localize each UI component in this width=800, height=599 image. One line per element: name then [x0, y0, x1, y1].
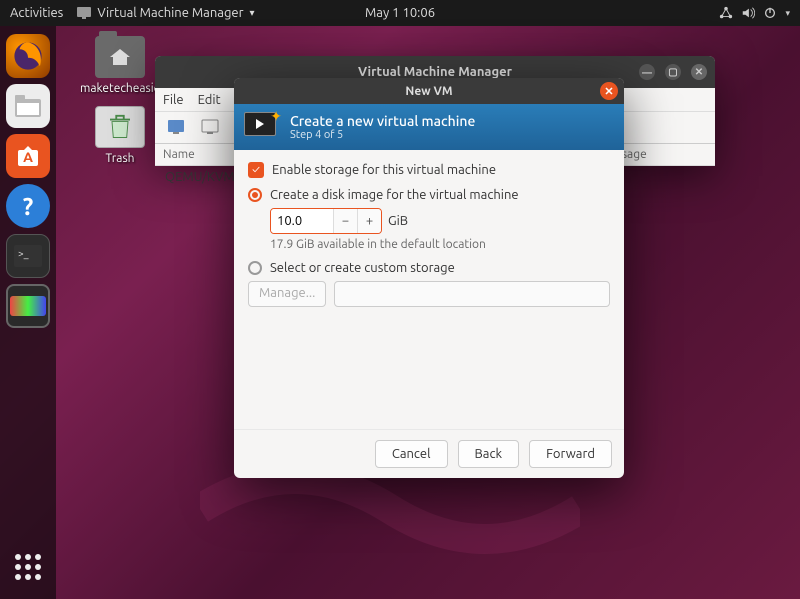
- new-vm-button[interactable]: [163, 116, 191, 140]
- menu-file[interactable]: File: [163, 93, 184, 107]
- chevron-down-icon: ▾: [785, 8, 790, 19]
- dialog-titlebar[interactable]: New VM ✕: [234, 78, 624, 104]
- disk-size-input[interactable]: [271, 209, 333, 233]
- app-menu-label: Virtual Machine Manager: [97, 6, 243, 20]
- svg-text:>_: >_: [18, 248, 29, 259]
- open-vm-button[interactable]: [197, 116, 225, 140]
- new-vm-dialog: New VM ✕ ✦ Create a new virtual machine …: [234, 78, 624, 478]
- dialog-footer: Cancel Back Forward: [234, 429, 624, 478]
- create-disk-label: Create a disk image for the virtual mach…: [270, 188, 519, 202]
- dialog-header-title: Create a new virtual machine: [290, 113, 475, 129]
- disk-size-spinner[interactable]: − +: [270, 208, 382, 234]
- terminal-icon: >_: [14, 245, 42, 267]
- dialog-step: Step 4 of 5: [290, 129, 475, 141]
- dialog-title: New VM: [405, 85, 452, 98]
- maximize-button[interactable]: ▢: [665, 64, 681, 80]
- desktop-trash[interactable]: Trash: [80, 106, 160, 165]
- dock-software[interactable]: A: [6, 134, 50, 178]
- custom-storage-row[interactable]: Select or create custom storage: [248, 261, 610, 275]
- dock-terminal[interactable]: >_: [6, 234, 50, 278]
- svg-text:A: A: [23, 149, 33, 165]
- col-usage[interactable]: usage: [615, 144, 715, 165]
- dock-firefox[interactable]: [6, 34, 50, 78]
- home-icon: [110, 49, 130, 65]
- custom-storage-label: Select or create custom storage: [270, 261, 455, 275]
- enable-storage-row[interactable]: ✓ Enable storage for this virtual machin…: [248, 162, 610, 178]
- storage-path-input: [334, 281, 610, 307]
- files-icon: [13, 93, 43, 119]
- dock-help[interactable]: ?: [6, 184, 50, 228]
- size-unit-label: GiB: [388, 214, 408, 228]
- volume-icon: [741, 6, 755, 20]
- back-button[interactable]: Back: [458, 440, 520, 468]
- spinner-minus-button[interactable]: −: [333, 209, 357, 233]
- dock-show-apps[interactable]: [6, 545, 50, 589]
- forward-button[interactable]: Forward: [529, 440, 612, 468]
- menu-edit[interactable]: Edit: [198, 93, 221, 107]
- dock-vmm[interactable]: [6, 284, 50, 328]
- disk-size-row: − + GiB: [270, 208, 610, 234]
- apps-grid-icon: [15, 554, 41, 580]
- cancel-button[interactable]: Cancel: [375, 440, 448, 468]
- desktop-trash-label: Trash: [80, 152, 160, 165]
- desktop-folder[interactable]: maketecheasier: [80, 36, 160, 95]
- system-menu[interactable]: ▾: [719, 6, 790, 20]
- checkbox-checked-icon[interactable]: ✓: [248, 162, 264, 178]
- radio-checked-icon[interactable]: [248, 188, 262, 202]
- vmm-icon: [10, 296, 46, 316]
- minimize-button[interactable]: —: [639, 64, 655, 80]
- dialog-close-button[interactable]: ✕: [600, 82, 618, 100]
- trash-icon: [95, 106, 145, 148]
- close-button[interactable]: ✕: [691, 64, 707, 80]
- help-icon: ?: [23, 193, 34, 220]
- enable-storage-label: Enable storage for this virtual machine: [272, 163, 496, 177]
- new-vm-icon: ✦: [244, 112, 280, 142]
- vmm-title: Virtual Machine Manager: [358, 65, 512, 79]
- chevron-down-icon: ▾: [250, 7, 255, 19]
- network-icon: [719, 6, 733, 20]
- spinner-plus-button[interactable]: +: [357, 209, 381, 233]
- radio-unchecked-icon[interactable]: [248, 261, 262, 275]
- power-icon: [763, 6, 777, 20]
- clock[interactable]: May 1 10:06: [365, 6, 435, 20]
- available-space-hint: 17.9 GiB available in the default locati…: [270, 238, 610, 251]
- firefox-icon: [11, 39, 45, 73]
- app-menu[interactable]: Virtual Machine Manager ▾: [77, 6, 254, 20]
- create-disk-row[interactable]: Create a disk image for the virtual mach…: [248, 188, 610, 202]
- manage-storage-button: Manage...: [248, 281, 326, 307]
- dock-files[interactable]: [6, 84, 50, 128]
- activities-button[interactable]: Activities: [10, 6, 63, 20]
- dock: A ? >_: [0, 26, 56, 599]
- dialog-body: ✓ Enable storage for this virtual machin…: [234, 150, 624, 429]
- software-icon: A: [14, 142, 42, 170]
- vmm-small-icon: [77, 7, 91, 19]
- top-panel: Activities Virtual Machine Manager ▾ May…: [0, 0, 800, 26]
- folder-icon: [95, 36, 145, 78]
- dialog-header: ✦ Create a new virtual machine Step 4 of…: [234, 104, 624, 150]
- desktop-folder-label: maketecheasier: [80, 82, 160, 95]
